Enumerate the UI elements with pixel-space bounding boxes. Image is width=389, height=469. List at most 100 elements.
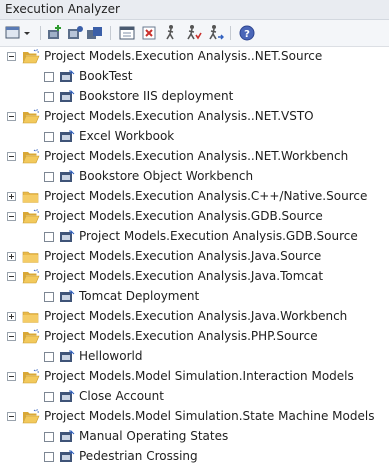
tree-script-row[interactable]: Tomcat Deployment — [0, 287, 389, 307]
tree-group-label: Project Models.Model Simulation.State Ma… — [44, 409, 375, 423]
script-icon — [59, 450, 75, 464]
tree-group-row[interactable]: Project Models.Execution Analysis.C++/Na… — [0, 187, 389, 207]
folder-open-icon — [22, 329, 40, 345]
script-checkbox[interactable] — [44, 292, 54, 302]
script-icon — [59, 390, 75, 404]
folder-icon — [22, 309, 40, 325]
tree-group-label: Project Models.Execution Analysis.Java.S… — [44, 249, 322, 263]
add-script-icon[interactable] — [66, 24, 84, 42]
script-checkbox[interactable] — [44, 72, 54, 82]
tree-group-label: Project Models.Model Simulation.Interact… — [44, 369, 354, 383]
tree-group-row[interactable]: Project Models.Model Simulation.Interact… — [0, 367, 389, 387]
collapse-toggle[interactable] — [7, 112, 16, 121]
script-icon — [59, 430, 75, 444]
toolbar-separator — [40, 26, 41, 40]
new-script-dropdown-icon[interactable] — [4, 24, 32, 42]
script-checkbox[interactable] — [44, 132, 54, 142]
step-run-icon[interactable] — [206, 24, 224, 42]
expand-toggle[interactable] — [7, 192, 16, 201]
folder-icon — [22, 189, 40, 205]
tree-script-label: Close Account — [79, 389, 164, 403]
tree-script-row[interactable]: BookTest — [0, 67, 389, 87]
tree-script-row[interactable]: Project Models.Execution Analysis.GDB.So… — [0, 227, 389, 247]
tree-script-label: Pedestrian Crossing — [79, 449, 198, 463]
window-title: Execution Analyzer — [5, 2, 120, 16]
tree-script-label: Tomcat Deployment — [79, 289, 200, 303]
tree-group-row[interactable]: Project Models.Model Simulation.State Ma… — [0, 407, 389, 427]
script-icon — [59, 230, 75, 244]
script-checkbox[interactable] — [44, 172, 54, 182]
tree-script-label: Helloworld — [79, 349, 143, 363]
tree-group-label: Project Models.Execution Analysis.Java.W… — [44, 309, 348, 323]
folder-open-icon — [22, 369, 40, 385]
script-icon — [59, 130, 75, 144]
tree-script-row[interactable]: Bookstore Object Workbench — [0, 167, 389, 187]
expand-toggle[interactable] — [7, 252, 16, 261]
tree-script-label: Manual Operating States — [79, 429, 229, 443]
tree-group-row[interactable]: Project Models.Execution Analysis.Java.W… — [0, 307, 389, 327]
folder-open-icon — [22, 109, 40, 125]
collapse-toggle[interactable] — [7, 372, 16, 381]
collapse-toggle[interactable] — [7, 412, 16, 421]
tree-group-row[interactable]: Project Models.Execution Analysis.PHP.So… — [0, 327, 389, 347]
folder-open-icon — [22, 209, 40, 225]
tree-group-label: Project Models.Execution Analysis.C++/Na… — [44, 189, 368, 203]
svg-text:?: ? — [244, 29, 250, 40]
collapse-toggle[interactable] — [7, 52, 16, 61]
script-checkbox[interactable] — [44, 392, 54, 402]
tree-group-row[interactable]: Project Models.Execution Analysis..NET.V… — [0, 107, 389, 127]
run-icon[interactable] — [162, 24, 180, 42]
folder-open-icon — [22, 49, 40, 65]
help-icon[interactable]: ? — [238, 24, 256, 42]
title-bar: Execution Analyzer — [0, 0, 389, 20]
delete-icon[interactable] — [140, 24, 158, 42]
script-icon — [59, 290, 75, 304]
collapse-toggle[interactable] — [7, 152, 16, 161]
tree-script-label: Bookstore IIS deployment — [79, 89, 234, 103]
script-tree: Project Models.Execution Analysis..NET.S… — [0, 47, 389, 467]
tree-script-row[interactable]: Helloworld — [0, 347, 389, 367]
expand-toggle[interactable] — [7, 312, 16, 321]
tree-group-row[interactable]: Project Models.Execution Analysis.Java.S… — [0, 247, 389, 267]
collapse-toggle[interactable] — [7, 212, 16, 221]
tree-script-row[interactable]: Manual Operating States — [0, 427, 389, 447]
collapse-toggle[interactable] — [7, 332, 16, 341]
tree-script-label: BookTest — [79, 69, 133, 83]
script-icon — [59, 90, 75, 104]
tree-group-label: Project Models.Execution Analysis..NET.W… — [44, 149, 349, 163]
script-checkbox[interactable] — [44, 92, 54, 102]
script-checkbox[interactable] — [44, 352, 54, 362]
tree-group-label: Project Models.Execution Analysis.PHP.So… — [44, 329, 318, 343]
folder-open-icon — [22, 149, 40, 165]
tree-group-label: Project Models.Execution Analysis.Java.T… — [44, 269, 324, 283]
script-checkbox[interactable] — [44, 452, 54, 462]
tree-script-label: Bookstore Object Workbench — [79, 169, 254, 183]
tree-group-label: Project Models.Execution Analysis.GDB.So… — [44, 209, 323, 223]
tree-group-row[interactable]: Project Models.Execution Analysis..NET.W… — [0, 147, 389, 167]
tree-script-row[interactable]: Excel Workbook — [0, 127, 389, 147]
script-icon — [59, 350, 75, 364]
toolbar: ? — [0, 20, 389, 47]
tree-script-row[interactable]: Pedestrian Crossing — [0, 447, 389, 467]
tree-group-row[interactable]: Project Models.Execution Analysis.Java.T… — [0, 267, 389, 287]
properties-icon[interactable] — [118, 24, 136, 42]
tree-script-row[interactable]: Bookstore IIS deployment — [0, 87, 389, 107]
script-icon — [59, 70, 75, 84]
toolbar-separator — [110, 26, 111, 40]
folder-icon — [22, 249, 40, 265]
tree-script-row[interactable]: Close Account — [0, 387, 389, 407]
add-package-icon[interactable] — [46, 24, 64, 42]
script-icon — [59, 170, 75, 184]
script-checkbox[interactable] — [44, 232, 54, 242]
tree-group-label: Project Models.Execution Analysis..NET.V… — [44, 109, 314, 123]
debug-run-icon[interactable] — [184, 24, 202, 42]
tree-group-row[interactable]: Project Models.Execution Analysis..NET.S… — [0, 47, 389, 67]
tree-script-label: Project Models.Execution Analysis.GDB.So… — [79, 229, 358, 243]
folder-open-icon — [22, 269, 40, 285]
tree-script-label: Excel Workbook — [79, 129, 175, 143]
tree-group-row[interactable]: Project Models.Execution Analysis.GDB.So… — [0, 207, 389, 227]
toolbar-separator — [230, 26, 231, 40]
collapse-toggle[interactable] — [7, 272, 16, 281]
script-checkbox[interactable] — [44, 432, 54, 442]
copy-script-icon[interactable] — [86, 24, 104, 42]
